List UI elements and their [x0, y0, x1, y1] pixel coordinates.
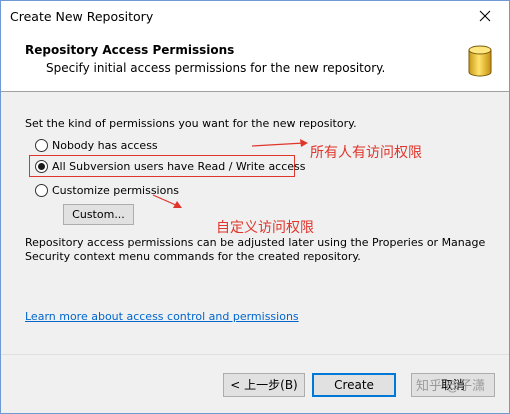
instruction-text: Set the kind of permissions you want for…: [25, 117, 357, 130]
wizard-header: Repository Access Permissions Specify in…: [1, 32, 509, 92]
radio-circle-checked[interactable]: [35, 159, 48, 173]
annotation-all-users: 所有人有访问权限: [310, 145, 422, 161]
close-button[interactable]: [463, 1, 509, 32]
annotation-custom: 自定义访问权限: [216, 220, 314, 236]
title-bar: Create New Repository: [1, 1, 509, 32]
dialog-window: Create New Repository Repository Access …: [0, 0, 510, 414]
radio-circle[interactable]: [35, 183, 48, 197]
database-icon: [468, 45, 492, 77]
window-title: Create New Repository: [10, 9, 154, 24]
radio-label: Nobody has access: [52, 138, 158, 152]
annotation-arrow-1: [251, 139, 308, 147]
radio-nobody[interactable]: Nobody has access: [35, 137, 158, 153]
close-icon: [479, 10, 491, 22]
page-title: Repository Access Permissions: [25, 43, 235, 57]
radio-all-users[interactable]: All Subversion users have Read / Write a…: [35, 158, 306, 174]
watermark: 知乎 @子潇: [416, 379, 486, 394]
learn-more-link[interactable]: Learn more about access control and perm…: [25, 310, 299, 323]
custom-button[interactable]: Custom...: [63, 204, 134, 225]
radio-label: All Subversion users have Read / Write a…: [52, 159, 306, 173]
note-text: Repository access permissions can be adj…: [25, 236, 486, 263]
create-button[interactable]: Create: [312, 373, 396, 397]
radio-circle[interactable]: [35, 138, 48, 152]
annotation-arrow-2: [152, 194, 182, 208]
back-button[interactable]: < 上一步(B): [223, 373, 305, 397]
page-subtitle: Specify initial access permissions for t…: [46, 61, 386, 75]
